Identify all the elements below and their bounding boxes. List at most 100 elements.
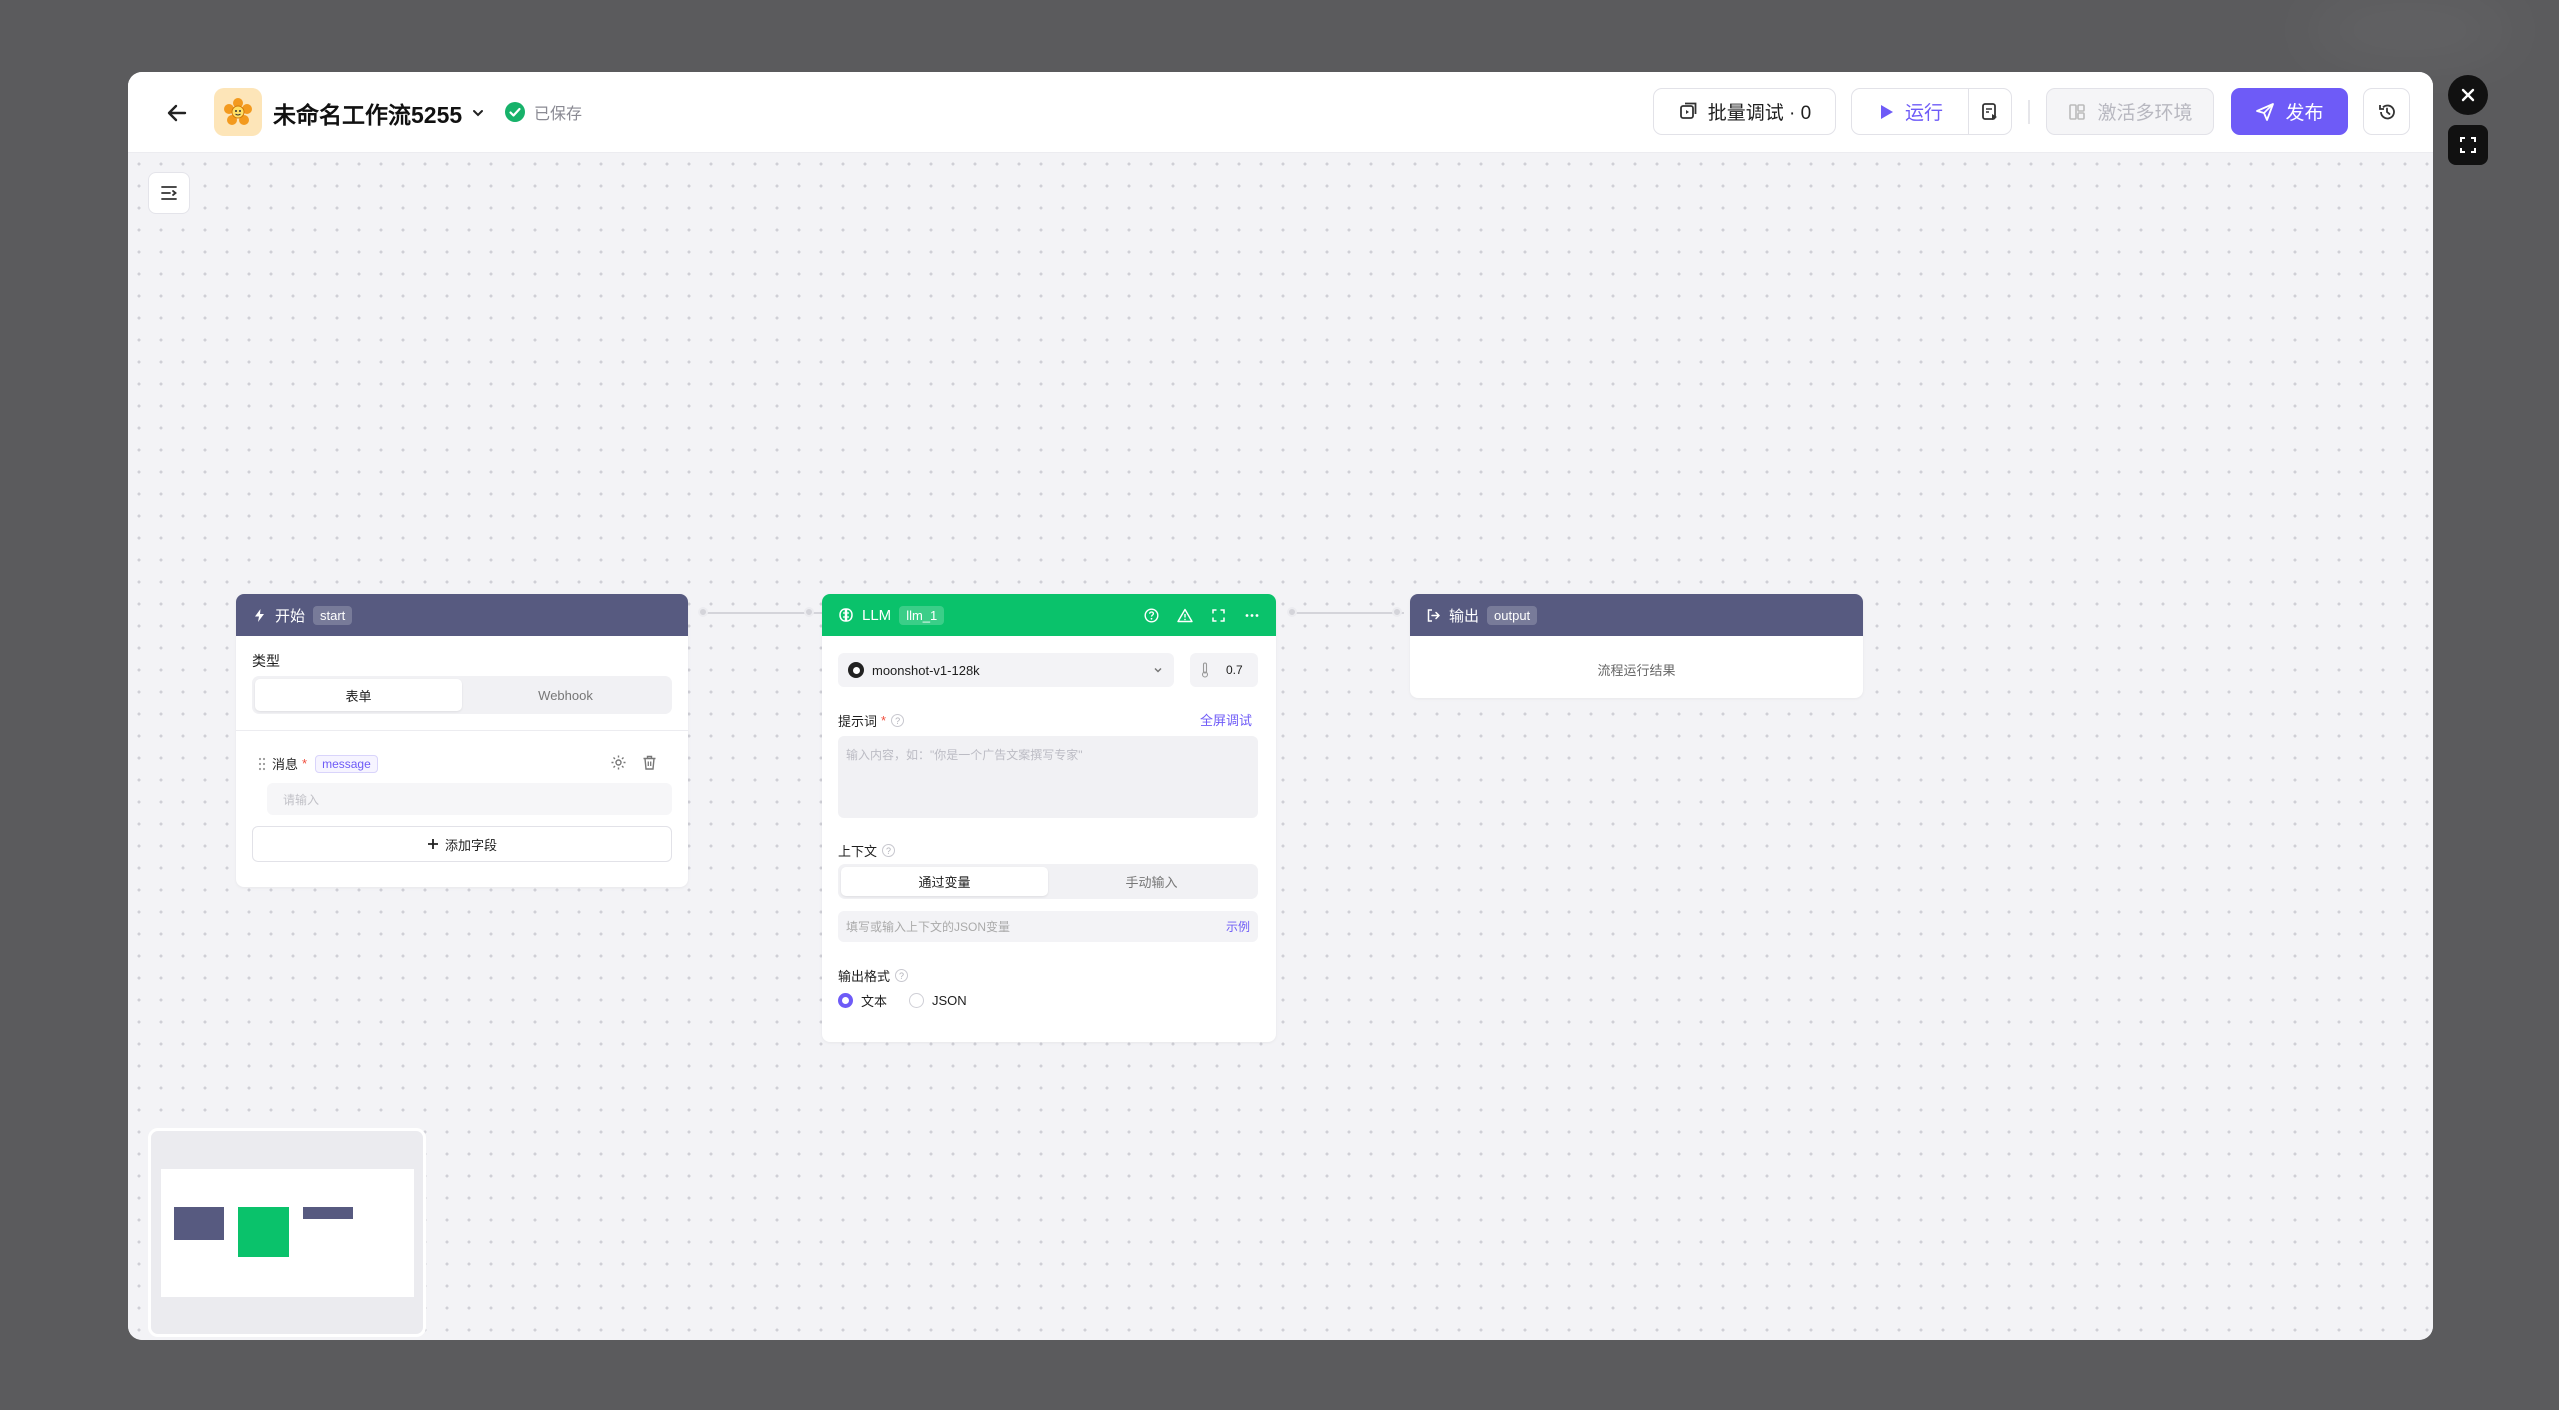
llm-node-actions (1144, 607, 1260, 623)
prompt-textarea[interactable]: 输入内容，如："你是一个广告文案撰写专家" (838, 736, 1258, 818)
context-manual-option[interactable]: 手动输入 (1048, 867, 1255, 896)
example-link[interactable]: 示例 (1226, 918, 1250, 935)
start-node[interactable]: 开始 start 类型 表单 Webhook 消息 * message 请输入 (236, 594, 688, 887)
message-input[interactable]: 请输入 (267, 783, 672, 815)
close-icon (2461, 88, 2475, 102)
context-mode-switch: 通过变量 手动输入 (838, 864, 1258, 899)
gear-icon[interactable] (610, 754, 627, 771)
run-log-button[interactable] (1969, 89, 2011, 134)
fullscreen-button[interactable] (2448, 125, 2488, 165)
minimap-start-node (174, 1207, 224, 1240)
chevron-down-icon (1154, 667, 1162, 673)
run-log-icon (1982, 102, 1997, 120)
start-node-title: 开始 (275, 607, 306, 625)
help-icon[interactable] (1144, 607, 1159, 623)
start-output-handle[interactable] (698, 607, 708, 617)
more-icon[interactable] (1244, 608, 1260, 623)
environment-icon (2069, 103, 2086, 120)
close-button[interactable] (2448, 75, 2488, 115)
radio-text-selected[interactable] (838, 993, 853, 1008)
minimap-output-node (303, 1207, 353, 1219)
field-row-message: 消息 * message (258, 754, 378, 773)
node-panel-toggle[interactable] (148, 172, 190, 214)
publish-button[interactable]: 发布 (2231, 88, 2348, 135)
expand-icon (2460, 137, 2476, 153)
save-status: 已保存 (504, 100, 582, 124)
field-label: 消息 (272, 757, 299, 772)
output-node[interactable]: 输出 output 流程运行结果 (1410, 594, 1863, 698)
minimap[interactable] (148, 1128, 426, 1337)
llm-node-header[interactable]: LLM llm_1 (822, 594, 1276, 636)
help-icon[interactable]: ? (882, 844, 896, 857)
header-divider (2028, 100, 2030, 124)
start-type-switch: 表单 Webhook (252, 676, 672, 714)
start-divider (236, 730, 688, 731)
expand-icon[interactable] (1211, 608, 1226, 623)
history-button[interactable] (2363, 88, 2410, 135)
edge-llm-output (1292, 612, 1404, 614)
context-input[interactable]: 填写或输入上下文的JSON变量 示例 (838, 911, 1258, 942)
required-mark: * (881, 713, 887, 728)
run-button[interactable]: 运行 (1852, 89, 1969, 134)
llm-input-handle[interactable] (804, 607, 814, 617)
add-field-label: 添加字段 (444, 837, 497, 853)
workflow-title-dropdown[interactable]: 未命名工作流5255 (273, 96, 486, 130)
format-text-label: 文本 (861, 994, 888, 1009)
context-variable-option[interactable]: 通过变量 (841, 867, 1048, 896)
back-button[interactable] (160, 96, 194, 130)
minimap-viewport (161, 1169, 414, 1297)
llm-node-tag: llm_1 (899, 605, 945, 625)
fullscreen-debug-link[interactable]: 全屏调试 (1200, 710, 1252, 729)
output-node-header[interactable]: 输出 output (1410, 594, 1863, 636)
prompt-label: 提示词 (838, 714, 878, 729)
send-icon (2256, 102, 2275, 121)
moonshot-logo-icon (848, 662, 864, 678)
output-format-label-row: 输出格式 ? (838, 966, 909, 985)
help-icon[interactable]: ? (895, 969, 909, 982)
activate-multi-env-button[interactable]: 激活多环境 (2046, 88, 2214, 135)
model-select[interactable]: moonshot-v1-128k (838, 653, 1174, 687)
workflow-editor-modal: 未命名工作流5255 已保存 批量调试 · 0 运行 激活多环境 发布 开始 s… (128, 72, 2433, 1340)
llm-output-handle[interactable] (1287, 607, 1297, 617)
warning-icon[interactable] (1177, 608, 1193, 623)
workflow-canvas[interactable]: 开始 start 类型 表单 Webhook 消息 * message 请输入 (128, 153, 2433, 1340)
output-result-text: 流程运行结果 (1597, 663, 1676, 678)
thermometer-icon (1201, 662, 1209, 678)
trash-icon[interactable] (641, 754, 658, 771)
message-input-placeholder: 请输入 (283, 792, 320, 807)
format-radio-group: 文本 JSON (838, 991, 967, 1010)
prompt-label-row: 提示词 * ? (838, 711, 905, 730)
drag-handle-icon[interactable] (258, 757, 266, 771)
type-form-option[interactable]: 表单 (255, 679, 462, 711)
temperature-value: 0.7 (1226, 663, 1243, 677)
type-label: 类型 (252, 653, 280, 669)
temperature-setting[interactable]: 0.7 (1190, 653, 1258, 687)
context-label: 上下文 (838, 844, 878, 859)
field-variable-tag: message (315, 754, 378, 773)
add-field-button[interactable]: 添加字段 (252, 826, 672, 862)
model-name: moonshot-v1-128k (872, 662, 980, 678)
editor-header: 未命名工作流5255 已保存 批量调试 · 0 运行 激活多环境 发布 (128, 72, 2433, 153)
llm-node[interactable]: LLM llm_1 moonshot-v1-128k 0.7 提示词 * ? 全… (822, 594, 1276, 1042)
arrow-left-icon (167, 104, 187, 122)
radio-json[interactable] (909, 993, 925, 1008)
workflow-avatar[interactable] (214, 88, 262, 136)
batch-icon (1679, 102, 1697, 119)
chevron-down-icon (473, 110, 484, 117)
panel-list-icon (161, 186, 177, 200)
lightning-icon (255, 608, 264, 622)
context-placeholder: 填写或输入上下文的JSON变量 (846, 920, 1011, 934)
type-webhook-option[interactable]: Webhook (462, 679, 669, 711)
context-label-row: 上下文 ? (838, 841, 896, 860)
prompt-placeholder: 输入内容，如："你是一个广告文案撰写专家" (846, 748, 1083, 762)
start-node-header[interactable]: 开始 start (236, 594, 688, 636)
output-input-handle[interactable] (1392, 607, 1402, 617)
workflow-title: 未命名工作流5255 (273, 102, 463, 128)
history-icon (2378, 104, 2395, 119)
help-icon[interactable]: ? (891, 714, 905, 727)
llm-brain-icon (839, 608, 853, 622)
activate-multi-env-label: 激活多环境 (2097, 103, 2193, 124)
format-json-label: JSON (932, 993, 967, 1008)
batch-debug-button[interactable]: 批量调试 · 0 (1653, 88, 1836, 135)
batch-debug-label: 批量调试 · 0 (1707, 103, 1812, 124)
